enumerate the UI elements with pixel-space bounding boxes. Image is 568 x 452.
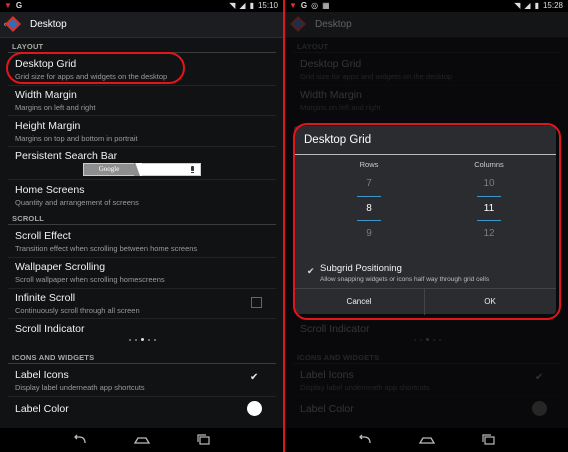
label-icons-checkmark-icon[interactable]: ✔ bbox=[250, 372, 258, 383]
setting-title: Label Icons bbox=[15, 369, 69, 381]
setting-title: Wallpaper Scrolling bbox=[15, 261, 106, 273]
recent-apps-icon[interactable] bbox=[479, 432, 499, 448]
list-divider bbox=[8, 115, 276, 116]
signal-icon: ◢ bbox=[239, 1, 246, 10]
infinite-scroll-checkbox[interactable] bbox=[251, 297, 262, 308]
section-header-scroll: SCROLL bbox=[12, 214, 45, 223]
setting-subtitle: Transition effect when scrolling between… bbox=[15, 244, 198, 253]
search-bar-preview: Google bbox=[83, 163, 201, 176]
navigation-bar bbox=[285, 428, 568, 452]
back-icon[interactable] bbox=[70, 432, 90, 448]
action-bar: ‹ Desktop bbox=[0, 12, 283, 38]
notification-icon: ▼ bbox=[4, 1, 12, 10]
list-divider bbox=[8, 288, 276, 289]
recent-apps-icon[interactable] bbox=[194, 432, 214, 448]
setting-title: Scroll Effect bbox=[15, 230, 71, 242]
microphone-icon bbox=[191, 166, 194, 171]
google-label: Google bbox=[84, 164, 134, 175]
setting-title: Height Margin bbox=[15, 120, 81, 132]
status-time: 15:10 bbox=[257, 1, 278, 10]
back-icon[interactable] bbox=[355, 432, 375, 448]
home-icon[interactable] bbox=[132, 432, 152, 448]
setting-title: Infinite Scroll bbox=[15, 292, 76, 304]
section-header-icons-widgets: ICONS AND WIDGETS bbox=[12, 353, 95, 362]
list-divider bbox=[8, 179, 276, 180]
signal-icon: ◢ bbox=[524, 1, 531, 10]
status-bar: ▼ G ◥ ◢ ▮ 15:10 bbox=[0, 0, 283, 12]
whatsapp-icon: ◎ bbox=[311, 1, 319, 10]
left-screenshot: ▼ G ◥ ◢ ▮ 15:10 ‹ Desktop LAYOUT Desktop… bbox=[0, 0, 283, 452]
setting-title: Persistent Search Bar bbox=[15, 150, 118, 162]
google-icon: G bbox=[15, 1, 23, 10]
search-bar-slash bbox=[134, 163, 142, 176]
page-title: Desktop bbox=[30, 19, 67, 30]
setting-title: Home Screens bbox=[15, 184, 85, 196]
google-icon: G bbox=[300, 1, 308, 10]
section-divider bbox=[8, 363, 276, 364]
section-header-layout: LAYOUT bbox=[12, 42, 44, 51]
setting-subtitle: Continuously scroll through all screen bbox=[15, 306, 140, 315]
list-divider bbox=[8, 146, 276, 147]
notification-icon: ▼ bbox=[289, 1, 297, 10]
settings-list: LAYOUT Desktop Grid Grid size for apps a… bbox=[0, 38, 283, 428]
list-divider bbox=[8, 85, 276, 86]
label-color-swatch[interactable] bbox=[247, 401, 262, 416]
microphone-stand bbox=[191, 172, 194, 173]
setting-title: Width Margin bbox=[15, 89, 77, 101]
list-divider bbox=[8, 318, 276, 319]
svg-text:‹: ‹ bbox=[4, 20, 7, 30]
battery-icon: ▮ bbox=[249, 1, 254, 10]
nova-launcher-icon[interactable] bbox=[289, 15, 307, 33]
setting-title: Label Color bbox=[15, 403, 69, 415]
calendar-icon: ▦ bbox=[322, 1, 330, 10]
status-time: 15:28 bbox=[542, 1, 563, 10]
scroll-indicator-dots bbox=[129, 338, 156, 341]
list-divider bbox=[8, 396, 276, 397]
setting-title: Scroll Indicator bbox=[15, 323, 85, 335]
setting-subtitle: Margins on left and right bbox=[15, 103, 96, 112]
wifi-icon: ◥ bbox=[514, 1, 521, 10]
setting-subtitle: Quantity and arrangement of screens bbox=[15, 198, 139, 207]
highlight-annotation bbox=[293, 123, 561, 320]
list-divider bbox=[8, 257, 276, 258]
right-screenshot: ▼ G ◎ ▦ ◥ ◢ ▮ 15:28 Desktop LAYOUT Deskt… bbox=[285, 0, 568, 452]
highlight-annotation bbox=[6, 52, 185, 84]
home-icon[interactable] bbox=[417, 432, 437, 448]
action-bar: Desktop bbox=[285, 12, 568, 38]
setting-subtitle: Margins on top and bottom in portrait bbox=[15, 134, 138, 143]
battery-icon: ▮ bbox=[534, 1, 539, 10]
nova-launcher-icon[interactable]: ‹ bbox=[4, 15, 22, 33]
page-title: Desktop bbox=[315, 19, 352, 30]
setting-subtitle: Display label underneath app shortcuts bbox=[15, 383, 145, 392]
section-divider bbox=[8, 224, 276, 225]
navigation-bar bbox=[0, 428, 283, 452]
wifi-icon: ◥ bbox=[229, 1, 236, 10]
status-bar: ▼ G ◎ ▦ ◥ ◢ ▮ 15:28 bbox=[285, 0, 568, 12]
setting-subtitle: Scroll wallpaper when scrolling homescre… bbox=[15, 275, 165, 284]
